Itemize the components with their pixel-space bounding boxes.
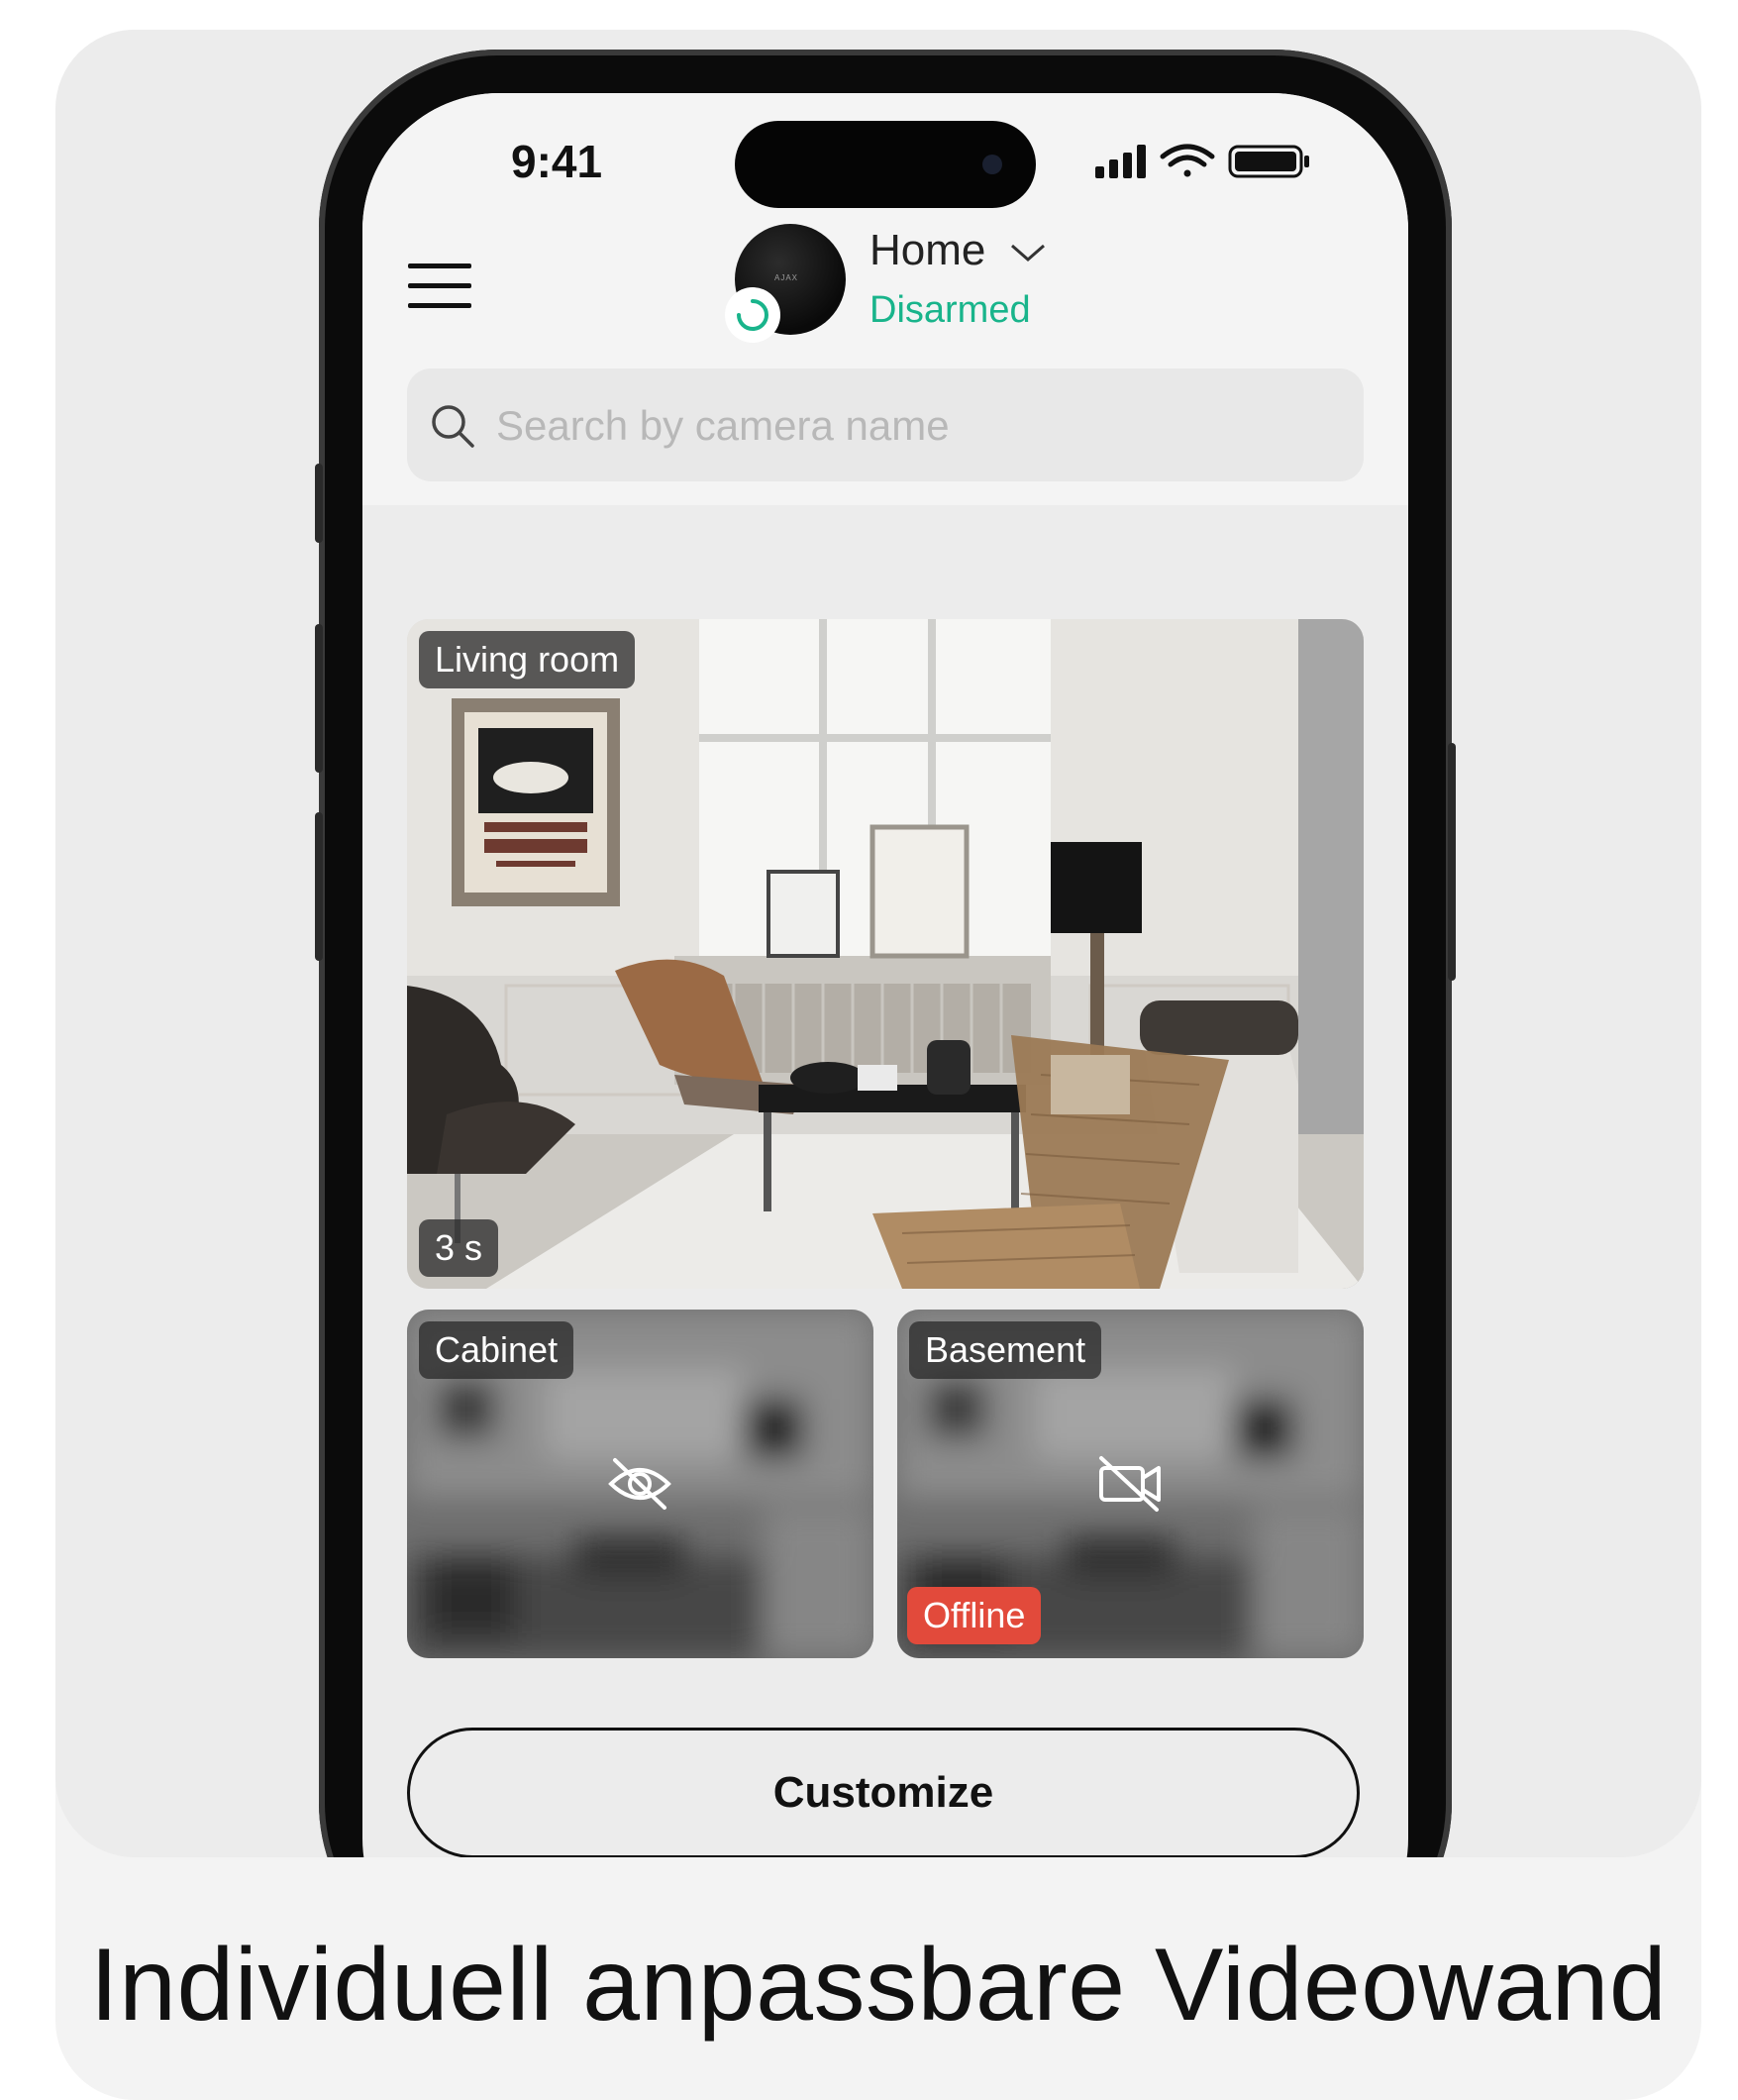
arming-progress-icon — [737, 299, 768, 331]
camera-name-label: Cabinet — [419, 1321, 574, 1379]
app-screen: 9:41 AJAX Home Disarmed Search by camera… — [362, 93, 1408, 1857]
camera-name-label: Living room — [419, 631, 636, 688]
wifi-icon — [1160, 144, 1215, 177]
phone-button-volume-down — [315, 812, 323, 961]
eye-off-icon — [608, 1458, 671, 1510]
menu-line — [408, 303, 471, 308]
camera-preview-image — [407, 619, 1364, 1289]
phone-button-volume-up — [315, 624, 323, 773]
camera-tile-cabinet[interactable]: Cabinet — [407, 1310, 873, 1658]
status-icons — [1095, 144, 1309, 178]
menu-line — [408, 283, 471, 288]
camera-off-icon — [1099, 1456, 1161, 1512]
battery-icon — [1228, 145, 1309, 178]
front-camera-icon — [982, 155, 1002, 174]
phone-frame: 9:41 AJAX Home Disarmed Search by camera… — [315, 50, 1456, 1857]
camera-name-label: Basement — [909, 1321, 1102, 1379]
status-time: 9:41 — [511, 136, 603, 187]
hub-status: Disarmed — [869, 289, 1031, 331]
phone-button-power — [1448, 743, 1456, 981]
stream-duration-label: 3 s — [419, 1219, 499, 1277]
customize-button[interactable]: Customize — [407, 1728, 1360, 1857]
camera-tile-living-room[interactable]: Living room 3 s — [407, 619, 1364, 1289]
hub-name[interactable]: Home — [869, 226, 985, 275]
phone-clip: 9:41 AJAX Home Disarmed Search by camera… — [0, 0, 1738, 1857]
menu-line — [408, 263, 471, 268]
search-bar[interactable] — [407, 368, 1364, 483]
camera-tile-basement[interactable]: Basement Offline — [897, 1310, 1364, 1658]
chevron-down-icon[interactable] — [1008, 238, 1048, 267]
menu-button[interactable] — [408, 263, 471, 309]
phone-button-action — [315, 464, 323, 543]
offline-badge: Offline — [907, 1587, 1042, 1644]
caption-text: Individuell anpassbare Videowand — [89, 1928, 1668, 2043]
dynamic-island — [735, 121, 1036, 208]
search-input[interactable] — [494, 368, 1350, 483]
hub-brand: AJAX — [774, 273, 799, 282]
hub-status-ring — [725, 287, 780, 343]
search-icon — [432, 405, 474, 448]
signal-icon — [1095, 145, 1146, 178]
